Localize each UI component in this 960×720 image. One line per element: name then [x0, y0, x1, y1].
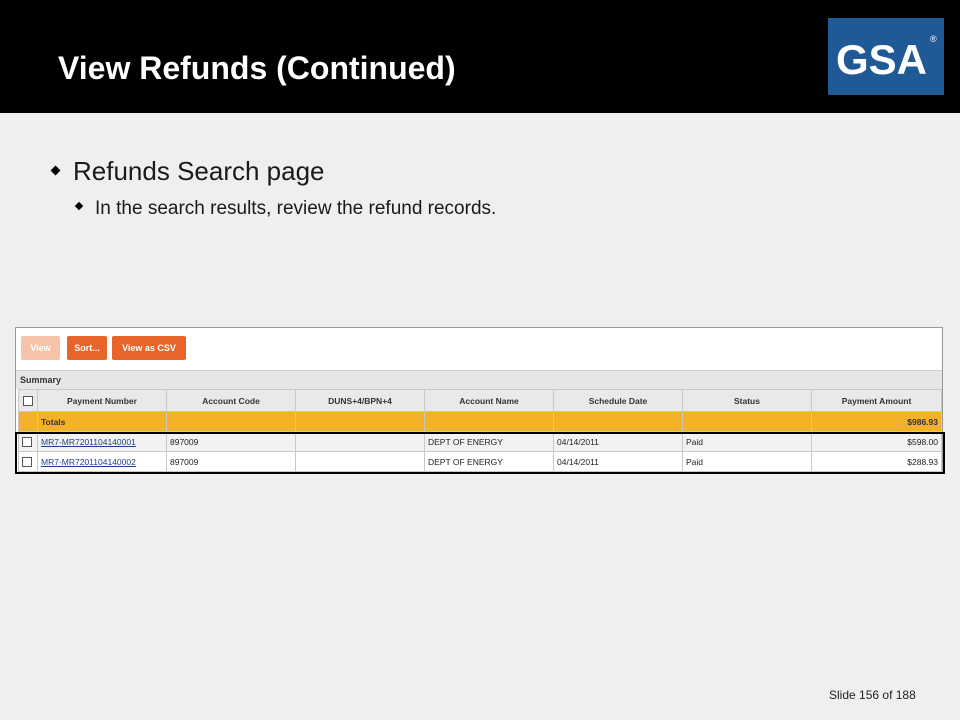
account-code-cell: 897009 — [166, 431, 296, 452]
totals-row: Totals $986.93 — [18, 411, 942, 432]
duns-cell — [295, 431, 425, 452]
column-header-payment-number[interactable]: Payment Number — [37, 389, 167, 412]
payment-amount-cell: $288.93 — [811, 451, 942, 472]
totals-label: Totals — [37, 411, 167, 432]
payment-number-link[interactable]: MR7-MR7201104140002 — [41, 457, 136, 467]
table-header-row: Payment Number Account Code DUNS+4/BPN+4… — [18, 389, 942, 412]
summary-label: Summary — [20, 375, 62, 385]
diamond-bullet-icon — [74, 201, 84, 211]
column-header-account-code[interactable]: Account Code — [166, 389, 296, 412]
select-all-checkbox[interactable] — [23, 395, 33, 406]
select-all-cell[interactable] — [18, 389, 38, 412]
schedule-date-cell: 04/14/2011 — [553, 431, 683, 452]
row-checkbox[interactable] — [22, 436, 32, 447]
bullet1-text: Refunds Search page — [73, 156, 325, 186]
slide-title: View Refunds (Continued) — [58, 50, 456, 86]
column-header-account-name[interactable]: Account Name — [424, 389, 554, 412]
column-header-status[interactable]: Status — [682, 389, 812, 412]
registered-mark: ® — [930, 34, 937, 44]
account-code-cell: 897009 — [166, 451, 296, 472]
bullet-review-records: In the search results, review the refund… — [74, 198, 497, 220]
status-cell: Paid — [682, 431, 812, 452]
bullet-refunds-search-page: Refunds Search page — [50, 156, 325, 187]
payment-number-link[interactable]: MR7-MR7201104140001 — [41, 437, 136, 447]
slide-header: View Refunds (Continued) GSA ® — [0, 0, 960, 113]
row-checkbox[interactable] — [22, 456, 32, 467]
refunds-results-panel: View Sort... View as CSV Summary Payment… — [15, 327, 943, 474]
payment-amount-cell: $598.00 — [811, 431, 942, 452]
table-row: MR7-MR7201104140001 897009 DEPT OF ENERG… — [18, 431, 942, 452]
gsa-logo-text: GSA — [836, 36, 927, 83]
refunds-table: Payment Number Account Code DUNS+4/BPN+4… — [18, 389, 942, 472]
duns-cell — [295, 451, 425, 472]
view-button[interactable]: View — [21, 336, 60, 360]
schedule-date-cell: 04/14/2011 — [553, 451, 683, 472]
gsa-logo: GSA ® — [828, 18, 944, 95]
bullet2-text: In the search results, review the refund… — [95, 198, 497, 219]
totals-spacer — [18, 411, 38, 432]
column-header-schedule-date[interactable]: Schedule Date — [553, 389, 683, 412]
slide-label: Slide 156 — [829, 688, 880, 702]
diamond-bullet-icon — [50, 165, 61, 176]
summary-bar: Summary — [16, 370, 942, 389]
account-name-cell: DEPT OF ENERGY — [424, 451, 554, 472]
column-header-duns[interactable]: DUNS+4/BPN+4 — [295, 389, 425, 412]
view-as-csv-button[interactable]: View as CSV — [112, 336, 186, 360]
account-name-cell: DEPT OF ENERGY — [424, 431, 554, 452]
sort-button[interactable]: Sort... — [67, 336, 107, 360]
slide-number: Slide 156 of 188 — [829, 688, 916, 702]
column-header-payment-amount[interactable]: Payment Amount — [811, 389, 942, 412]
slide-of-label: of 188 — [882, 688, 916, 702]
table-row: MR7-MR7201104140002 897009 DEPT OF ENERG… — [18, 451, 942, 472]
status-cell: Paid — [682, 451, 812, 472]
totals-amount: $986.93 — [811, 411, 942, 432]
